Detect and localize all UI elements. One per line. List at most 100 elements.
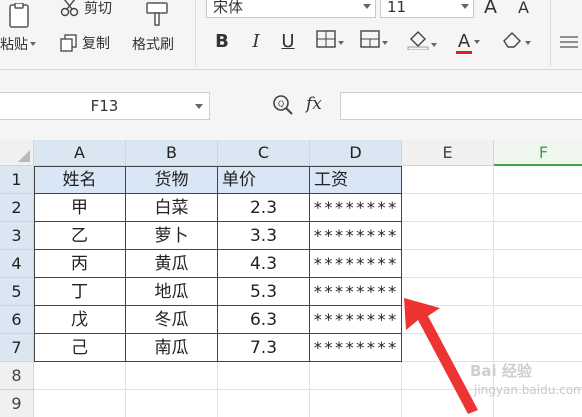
row-header-6[interactable]: 6 (0, 306, 34, 334)
font-color-button[interactable]: A (450, 30, 486, 54)
format-painter-button[interactable]: 格式刷 (132, 34, 174, 54)
cell-b6[interactable]: 冬瓜 (126, 306, 218, 334)
grow-font-button[interactable]: A (484, 0, 497, 18)
cell-d5[interactable]: ******** (310, 278, 402, 306)
bold-icon: B (215, 31, 229, 52)
row-header-4[interactable]: 4 (0, 250, 34, 278)
cell-b3[interactable]: 萝卜 (126, 222, 218, 250)
cell-d3[interactable]: ******** (310, 222, 402, 250)
underline-button[interactable]: U (278, 30, 298, 54)
cell-b7[interactable]: 南瓜 (126, 334, 218, 362)
chevron-down-icon (461, 4, 469, 9)
cell-d7[interactable]: ******** (310, 334, 402, 362)
cell-f3[interactable] (494, 222, 582, 250)
cell-e6[interactable] (402, 306, 494, 334)
align-icon[interactable] (560, 34, 578, 50)
cell-e1[interactable] (402, 166, 494, 194)
cell-a2[interactable]: 甲 (34, 194, 126, 222)
border-button[interactable] (312, 30, 348, 54)
column-header-c[interactable]: C (218, 140, 310, 166)
zoom-search-button[interactable]: Q (272, 94, 294, 116)
row-header-3[interactable]: 3 (0, 222, 34, 250)
cell-b8[interactable] (126, 362, 218, 390)
name-box[interactable]: F13 (0, 92, 210, 120)
merge-cells-button[interactable] (356, 30, 392, 54)
column-header-a[interactable]: A (34, 140, 126, 166)
bold-button[interactable]: B (212, 30, 232, 54)
italic-button[interactable]: I (246, 30, 266, 54)
cell-a5[interactable]: 丁 (34, 278, 126, 306)
cell-a9[interactable] (34, 390, 126, 417)
cell-c9[interactable] (218, 390, 310, 417)
cell-f2[interactable] (494, 194, 582, 222)
row-header-5[interactable]: 5 (0, 278, 34, 306)
row-header-2[interactable]: 2 (0, 194, 34, 222)
cell-e7[interactable] (402, 334, 494, 362)
column-header-d[interactable]: D (310, 140, 402, 166)
cell-c5[interactable]: 5.3 (218, 278, 310, 306)
cell-a6[interactable]: 戊 (34, 306, 126, 334)
cell-d9[interactable] (310, 390, 402, 417)
cell-a7[interactable]: 己 (34, 334, 126, 362)
copy-button[interactable]: 复制 (60, 32, 110, 54)
cell-d6[interactable]: ******** (310, 306, 402, 334)
cell-f5[interactable] (494, 278, 582, 306)
paste-button[interactable]: 粘贴 (0, 34, 36, 54)
cell-c6[interactable]: 6.3 (218, 306, 310, 334)
row-header-1[interactable]: 1 (0, 166, 34, 194)
cell-a3[interactable]: 乙 (34, 222, 126, 250)
cell-b5[interactable]: 地瓜 (126, 278, 218, 306)
cell-a1[interactable]: 姓名 (34, 166, 126, 194)
cell-a8[interactable] (34, 362, 126, 390)
row-header-9[interactable]: 9 (0, 390, 34, 417)
column-header-e[interactable]: E (402, 140, 494, 166)
clear-format-button[interactable] (496, 30, 536, 54)
cell-a4[interactable]: 丙 (34, 250, 126, 278)
cell-d2[interactable]: ******** (310, 194, 402, 222)
cell-d1[interactable]: 工资 (310, 166, 402, 194)
cell-c7[interactable]: 7.3 (218, 334, 310, 362)
column-header-f[interactable]: F (494, 140, 582, 166)
cell-f6[interactable] (494, 306, 582, 334)
column-header-b[interactable]: B (126, 140, 218, 166)
font-size-select[interactable]: 11 (380, 0, 474, 18)
row-header-7[interactable]: 7 (0, 334, 34, 362)
grow-font-icon: A (484, 0, 497, 18)
cell-f7[interactable] (494, 334, 582, 362)
cell-b9[interactable] (126, 390, 218, 417)
cell-e5[interactable] (402, 278, 494, 306)
paste-icon[interactable] (4, 2, 44, 32)
cell-d8[interactable] (310, 362, 402, 390)
chevron-down-icon (431, 43, 437, 47)
insert-function-button[interactable]: fx (306, 94, 322, 114)
cell-e2[interactable] (402, 194, 494, 222)
cell-b1[interactable]: 货物 (126, 166, 218, 194)
chevron-down-icon (382, 41, 388, 45)
ribbon-toolbar: 粘贴 剪切 复制 格式刷 宋体 11 A A B I U A (0, 0, 582, 70)
cut-label: 剪切 (84, 1, 112, 17)
cell-b4[interactable]: 黄瓜 (126, 250, 218, 278)
fill-color-button[interactable] (402, 30, 442, 54)
cell-c1[interactable]: 单价 (218, 166, 310, 194)
svg-text:Q: Q (278, 100, 284, 109)
cell-b2[interactable]: 白菜 (126, 194, 218, 222)
cell-d4[interactable]: ******** (310, 250, 402, 278)
shrink-font-button[interactable]: A (518, 0, 529, 17)
cut-button[interactable]: 剪切 (60, 0, 112, 18)
row-header-8[interactable]: 8 (0, 362, 34, 390)
ribbon-divider (550, 0, 551, 66)
cell-e3[interactable] (402, 222, 494, 250)
search-formula-icon: Q (273, 95, 293, 115)
cell-f1[interactable] (494, 166, 582, 194)
cell-c4[interactable]: 4.3 (218, 250, 310, 278)
formula-input[interactable] (340, 92, 582, 120)
cell-f4[interactable] (494, 250, 582, 278)
cell-c8[interactable] (218, 362, 310, 390)
cell-c2[interactable]: 2.3 (218, 194, 310, 222)
chevron-down-icon (338, 41, 344, 45)
font-name-select[interactable]: 宋体 (206, 0, 376, 18)
cell-e4[interactable] (402, 250, 494, 278)
format-painter-icon[interactable] (144, 0, 174, 28)
cell-c3[interactable]: 3.3 (218, 222, 310, 250)
select-all-corner[interactable] (0, 140, 34, 166)
